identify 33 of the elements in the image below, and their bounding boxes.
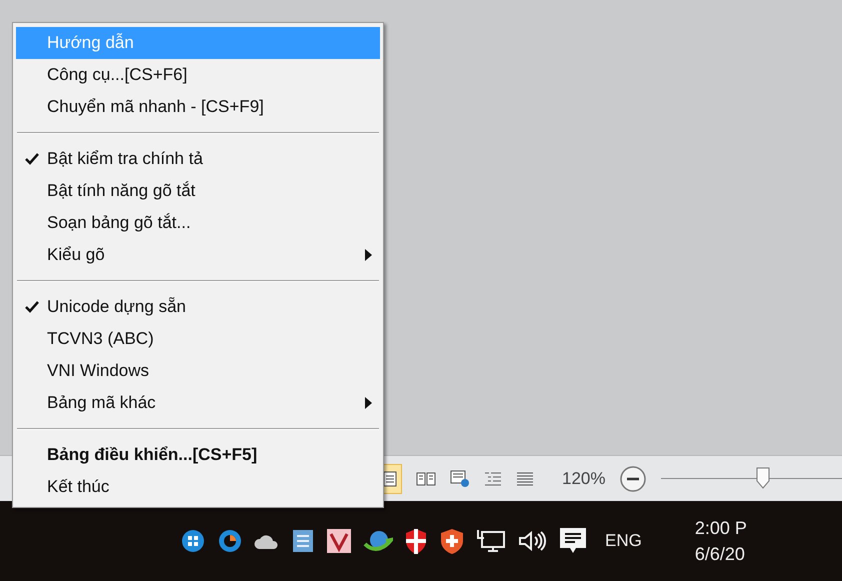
menu-item[interactable]: Kiểu gõ — [16, 239, 380, 271]
draft-icon[interactable] — [516, 470, 534, 486]
menu-item[interactable]: Chuyển mã nhanh - [CS+F9] — [16, 91, 380, 123]
book-icon[interactable] — [416, 470, 436, 486]
clock-date[interactable]: 6/6/20 — [694, 541, 745, 567]
menu-item[interactable]: Kết thúc — [16, 471, 380, 503]
zoom-percentage[interactable]: 120% — [562, 466, 606, 492]
globe-arrow-icon[interactable] — [363, 528, 393, 554]
language-indicator[interactable]: ENG — [605, 528, 642, 554]
menu-item[interactable]: Bật kiểm tra chính tả — [16, 143, 380, 175]
grid-circle-icon[interactable] — [180, 528, 206, 554]
monitor-icon[interactable] — [476, 528, 506, 554]
menu-item[interactable]: Bảng điều khiển...[CS+F5] — [16, 439, 380, 471]
menu-item[interactable]: Bảng mã khác — [16, 387, 380, 419]
zoom-slider[interactable] — [661, 466, 842, 490]
menu-item[interactable]: TCVN3 (ABC) — [16, 323, 380, 355]
swirl-icon[interactable] — [217, 528, 243, 554]
page-icon — [383, 470, 397, 486]
menu-item[interactable]: Soạn bảng gõ tắt... — [16, 207, 380, 239]
outline-icon[interactable] — [484, 470, 502, 486]
speaker-icon[interactable] — [517, 529, 547, 553]
menu-item[interactable]: Bật tính năng gõ tắt — [16, 175, 380, 207]
menu-item[interactable]: Unicode dựng sẵn — [16, 291, 380, 323]
checkmark-v-icon[interactable] — [326, 528, 352, 554]
clock-time[interactable]: 2:00 P — [694, 515, 747, 541]
slider-thumb[interactable] — [756, 466, 770, 488]
keyboard-icon[interactable] — [291, 528, 315, 554]
menu-item[interactable]: VNI Windows — [16, 355, 380, 387]
shield-plus-icon[interactable] — [439, 527, 465, 555]
web-page-icon[interactable] — [450, 470, 470, 488]
shield-icon[interactable] — [404, 527, 428, 555]
zoom-out-icon[interactable] — [619, 464, 648, 492]
menu-item[interactable]: Công cụ...[CS+F6] — [16, 59, 380, 91]
